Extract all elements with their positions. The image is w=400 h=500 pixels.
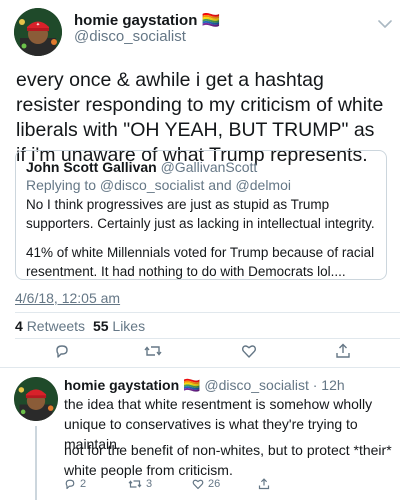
likes-stat[interactable]: 55 Likes bbox=[93, 318, 145, 334]
divider bbox=[15, 338, 400, 339]
rainbow-flag-icon: 🏳️‍🌈 bbox=[201, 12, 221, 29]
likes-count: 55 bbox=[92, 318, 109, 334]
reply-icon[interactable] bbox=[54, 343, 70, 359]
thread-line bbox=[35, 426, 37, 500]
reply-reply-action[interactable]: 2 bbox=[64, 478, 86, 490]
share-icon[interactable] bbox=[335, 343, 351, 359]
avatar[interactable]: ✦ bbox=[14, 8, 62, 56]
rainbow-flag-icon: 🏳️‍🌈 bbox=[183, 377, 201, 393]
reply-retweet-action[interactable]: 3 bbox=[128, 478, 152, 490]
reply-handle[interactable]: @disco_socialist bbox=[204, 377, 308, 393]
divider bbox=[15, 312, 400, 313]
display-name[interactable]: homie gaystation 🏳️‍🌈 bbox=[74, 11, 220, 29]
display-name-text: homie gaystation bbox=[74, 12, 198, 29]
reply-header: homie gaystation 🏳️‍🌈 @disco_socialist ·… bbox=[64, 377, 345, 394]
quoted-tweet[interactable]: John Scott Gallivan @GallivanScott Reply… bbox=[15, 150, 387, 280]
retweets-label: Retweets bbox=[26, 318, 86, 334]
quote-paragraph-2: 41% of white Millennials voted for Trump… bbox=[26, 245, 375, 279]
reply-share-action[interactable] bbox=[258, 478, 270, 490]
retweets-stat[interactable]: 4 Retweets bbox=[15, 318, 89, 334]
replying-to: Replying to @disco_socialist and @delmoi bbox=[26, 177, 291, 193]
reply-display-name[interactable]: homie gaystation bbox=[64, 377, 179, 393]
quote-display-name: John Scott Gallivan bbox=[26, 159, 157, 175]
likes-label: Likes bbox=[112, 318, 146, 334]
reply-avatar[interactable] bbox=[14, 377, 58, 421]
reply-paragraph-2: not for the benefit of non-whites, but t… bbox=[64, 442, 392, 478]
tweet-timestamp[interactable]: 4/6/18, 12:05 am bbox=[15, 290, 120, 306]
retweet-icon[interactable] bbox=[144, 343, 162, 359]
retweet-icon bbox=[128, 480, 142, 488]
chevron-down-icon[interactable] bbox=[378, 16, 392, 28]
divider bbox=[0, 367, 400, 368]
quote-paragraph-1: No I think progressives are just as stup… bbox=[26, 197, 375, 231]
engagement-stats: 4 Retweets 55 Likes bbox=[15, 318, 145, 334]
reply-count: 2 bbox=[80, 478, 87, 490]
quote-author: John Scott Gallivan @GallivanScott bbox=[26, 159, 257, 175]
separator: · bbox=[312, 377, 318, 393]
handle[interactable]: @disco_socialist bbox=[74, 28, 186, 45]
share-icon bbox=[258, 478, 270, 490]
reply-like-action[interactable]: 26 bbox=[192, 478, 220, 490]
retweets-count: 4 bbox=[15, 318, 23, 334]
like-icon bbox=[192, 479, 204, 490]
like-icon[interactable] bbox=[241, 343, 257, 359]
svg-text:✦: ✦ bbox=[36, 22, 40, 28]
quote-handle: @GallivanScott bbox=[160, 159, 258, 175]
retweet-count: 3 bbox=[146, 478, 153, 490]
like-count: 26 bbox=[208, 478, 221, 490]
reply-icon bbox=[65, 479, 75, 490]
reply-time[interactable]: 12h bbox=[321, 377, 344, 393]
